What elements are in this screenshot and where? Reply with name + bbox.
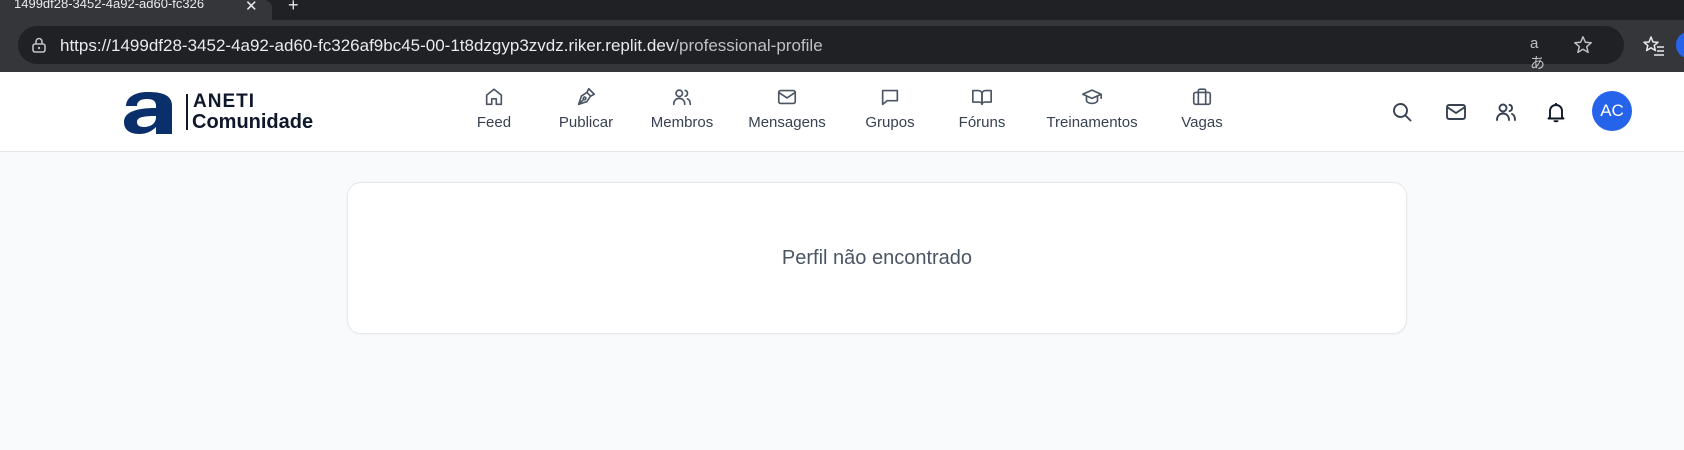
not-found-message: Perfil não encontrado — [781, 247, 973, 269]
nav-label: Mensagens — [748, 114, 826, 131]
favorites-icon[interactable] — [1642, 34, 1666, 58]
browser-toolbar: https://1499df28-3452-4a92-ad60-fc326af9… — [0, 20, 1684, 72]
browser-tabstrip: 1499df28-3452-4a92-ad60-fc326 ✕ + — [0, 0, 1684, 20]
brand-name: ANETI — [193, 91, 255, 112]
pen-icon — [577, 87, 596, 106]
tab-title: 1499df28-3452-4a92-ad60-fc326 — [14, 0, 205, 11]
address-bar[interactable]: https://1499df28-3452-4a92-ad60-fc326af9… — [18, 26, 1624, 72]
nav-item-membros[interactable]: Membros — [648, 86, 716, 138]
bell-icon[interactable] — [1544, 100, 1568, 124]
home-icon — [485, 88, 503, 106]
logo-divider — [186, 94, 188, 130]
user-avatar[interactable]: AC — [1592, 91, 1632, 131]
nav-item-grupos[interactable]: Grupos — [862, 86, 918, 138]
nav-item-feed[interactable]: Feed — [470, 86, 518, 138]
logo-mark-icon — [124, 92, 172, 134]
nav-label: Vagas — [1181, 114, 1223, 131]
search-icon[interactable] — [1390, 100, 1414, 124]
messages-icon[interactable] — [1444, 100, 1468, 124]
app-header: ANETI Comunidade Feed Publicar Membros M… — [0, 72, 1684, 152]
book-icon — [972, 89, 992, 106]
nav-item-mensagens[interactable]: Mensagens — [746, 86, 828, 138]
nav-item-foruns[interactable]: Fóruns — [956, 86, 1008, 138]
url-path: /professional-profile — [674, 36, 823, 55]
nav-label: Membros — [650, 114, 714, 131]
url-host: https://1499df28-3452-4a92-ad60-fc326af9… — [60, 36, 675, 55]
url-text[interactable]: https://1499df28-3452-4a92-ad60-fc326af9… — [60, 36, 823, 56]
chat-icon — [881, 89, 899, 106]
nav-item-vagas[interactable]: Vagas — [1178, 86, 1226, 138]
mail-icon — [777, 89, 797, 105]
nav-item-publicar[interactable]: Publicar — [556, 86, 616, 138]
nav-item-treinamentos[interactable]: Treinamentos — [1044, 86, 1140, 138]
nav-label: Grupos — [865, 114, 915, 131]
brand-logo[interactable]: ANETI Comunidade — [122, 88, 322, 136]
profile-card: Perfil não encontrado — [347, 182, 1407, 334]
brand-subtitle: Comunidade — [192, 111, 314, 133]
nav-label: Fóruns — [958, 114, 1006, 131]
members-icon[interactable] — [1494, 100, 1518, 124]
bookmark-star-icon[interactable] — [1572, 34, 1594, 56]
site-info-icon[interactable] — [30, 36, 48, 54]
browser-profile-avatar[interactable] — [1676, 32, 1684, 58]
translate-icon[interactable]: aあ — [1530, 35, 1552, 72]
users-icon — [672, 89, 692, 106]
graduation-cap-icon — [1082, 89, 1102, 105]
new-tab-icon[interactable]: + — [288, 0, 299, 16]
nav-label: Publicar — [558, 114, 614, 131]
nav-label: Treinamentos — [1046, 114, 1138, 131]
briefcase-icon — [1192, 88, 1212, 106]
tab-close-icon[interactable]: ✕ — [245, 0, 258, 15]
nav-label: Feed — [476, 114, 512, 131]
browser-tab[interactable]: 1499df28-3452-4a92-ad60-fc326 ✕ — [0, 0, 272, 20]
